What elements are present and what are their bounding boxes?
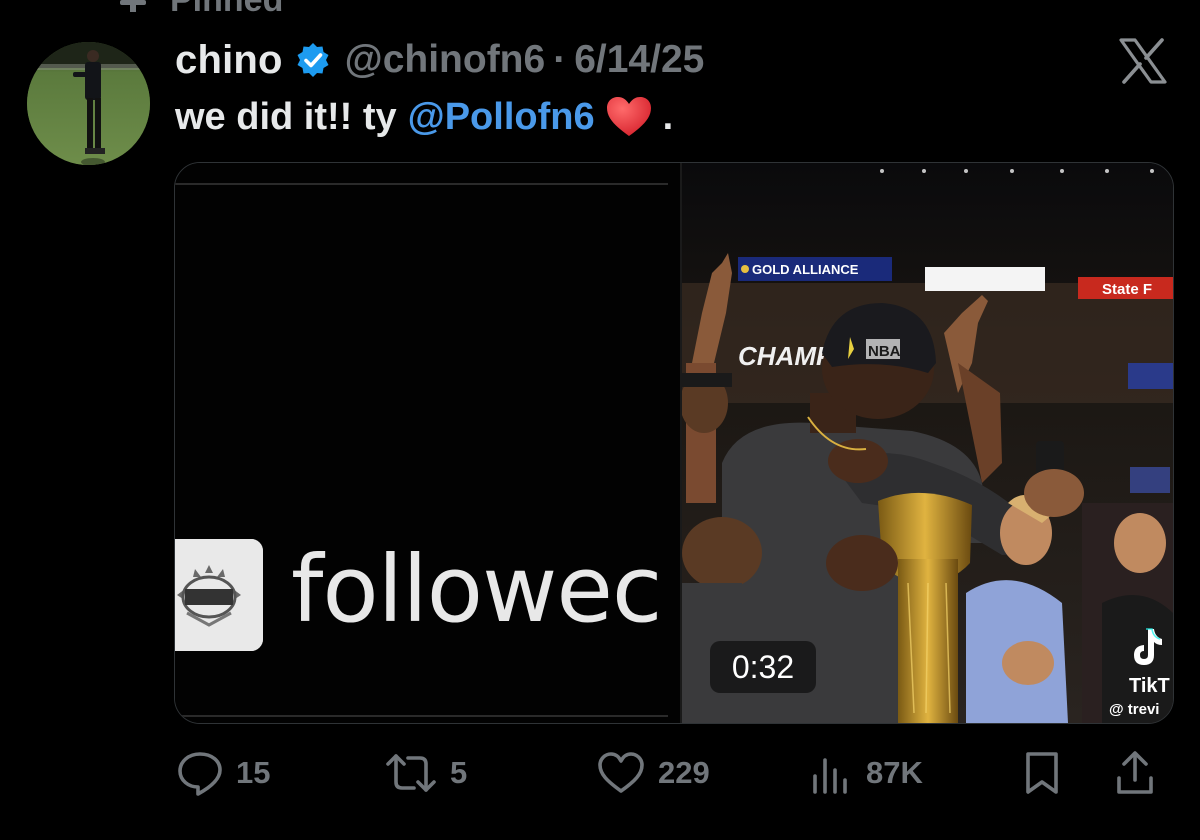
tweet-text-end: . [662, 95, 674, 138]
views-button[interactable]: 87K [808, 750, 923, 796]
panel-rule [175, 183, 668, 185]
tweet-header: chino @chinofn6 · 6/14/25 [175, 36, 704, 84]
share-button[interactable] [1115, 750, 1155, 796]
video-left-panel: followec [175, 163, 680, 723]
heart-emoji-icon [605, 95, 653, 139]
post-date[interactable]: 6/14/25 [574, 38, 704, 82]
video-right-panel: GOLD ALLIANCE State F CHAMPI NBA [682, 163, 1173, 723]
tiktok-watermark-label: TikT [1129, 675, 1170, 697]
bookmark-button[interactable] [1022, 750, 1062, 796]
like-count: 229 [658, 755, 710, 790]
bookmark-icon [1022, 750, 1062, 796]
pinned-label: Pinned [170, 0, 284, 19]
tiktok-icon [1130, 627, 1164, 667]
like-button[interactable]: 229 [596, 750, 710, 796]
video-overlay-text: followec [291, 536, 663, 643]
author-handle[interactable]: @chinofn6 [345, 38, 546, 82]
tiktok-watermark-user: @ trevi [1109, 701, 1160, 718]
tweet-text: we did it!! ty @Pollofn6 . [175, 92, 673, 142]
reply-icon [176, 750, 224, 796]
pinned-indicator: Pinned [118, 0, 283, 22]
reply-button[interactable]: 15 [176, 750, 270, 796]
video-duration: 0:32 [710, 641, 816, 693]
repost-count: 5 [450, 755, 468, 790]
display-name[interactable]: chino [175, 38, 283, 83]
x-logo-icon [1118, 38, 1168, 84]
separator-dot: · [553, 38, 567, 81]
pin-icon [118, 0, 148, 20]
mb-badge-logo [175, 539, 263, 651]
avatar[interactable] [27, 42, 150, 165]
panel-rule [175, 715, 668, 717]
heart-icon [596, 750, 646, 796]
views-count: 87K [866, 755, 923, 790]
banner-state: State F [1102, 281, 1152, 298]
repost-icon [384, 750, 438, 796]
share-icon [1115, 750, 1155, 796]
mention-link[interactable]: @Pollofn6 [408, 96, 595, 139]
repost-button[interactable]: 5 [384, 750, 467, 796]
cap-logo-text: NBA [868, 343, 901, 360]
tweet-text-body: we did it!! ty [175, 95, 397, 138]
tweet-view: Pinned chino @chinofn6 · 6/14/25 we did … [0, 0, 1200, 840]
verified-badge-icon [295, 42, 331, 78]
media-video[interactable]: followec GOLD ALLIANCE State F CHAMPI NB… [174, 162, 1174, 724]
views-chart-icon [808, 750, 854, 796]
banner-gold-alliance: GOLD ALLIANCE [752, 262, 859, 277]
reply-count: 15 [236, 755, 271, 790]
